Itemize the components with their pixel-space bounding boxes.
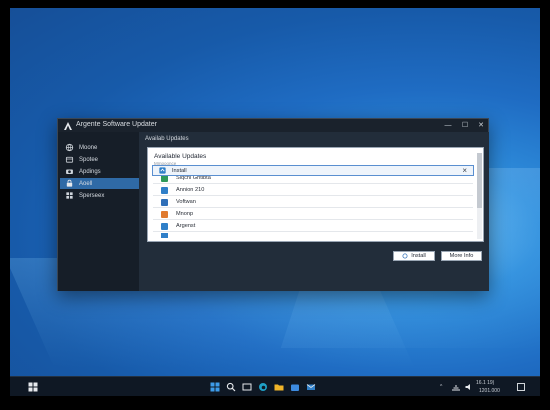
more-info-button-label: More Info [449, 253, 474, 259]
store-icon[interactable] [290, 382, 300, 392]
sidebar-item-aoell[interactable]: Aoell [60, 178, 139, 189]
minimize-button[interactable]: — [442, 120, 454, 131]
globe-icon [65, 143, 74, 152]
sidebar-item-sperseex[interactable]: Sperseex [60, 190, 139, 201]
list-item-label: Argenst [176, 223, 196, 229]
sidebar-item-label: Apdings [79, 168, 101, 175]
install-dropdown-row[interactable]: Install × [152, 165, 474, 176]
sidebar-item-label: Spotee [79, 156, 99, 163]
content-header: Availab Updates [145, 136, 189, 142]
updates-panel: Available Updates Mmpoonce Siqchl Ghtlbt… [147, 147, 484, 242]
sidebar-item-label: Sperseex [79, 192, 105, 199]
clock-date[interactable]: 1201.000 [479, 388, 500, 394]
maximize-button[interactable]: ☐ [459, 120, 471, 131]
install-button[interactable]: Install [393, 251, 435, 261]
windows-start-icon[interactable] [210, 382, 220, 392]
search-icon[interactable] [226, 382, 236, 392]
app-icon [159, 167, 166, 174]
sidebar-item-label: Aoell [79, 180, 93, 187]
app-icon [161, 210, 168, 218]
shop-icon [65, 156, 74, 163]
network-icon[interactable] [451, 382, 461, 392]
list-item[interactable]: Argenst [153, 221, 473, 232]
panel-title: Available Updates [154, 153, 207, 160]
list-item[interactable]: Mnonp [153, 209, 473, 220]
close-window-button[interactable]: ✕ [475, 120, 487, 131]
start-windows-icon[interactable] [28, 382, 38, 392]
sidebar-item-label: Moone [79, 144, 98, 151]
app-icon [161, 198, 168, 206]
app-icon [161, 233, 168, 238]
app-icon [161, 186, 168, 194]
mail-icon[interactable] [306, 382, 316, 392]
app-icon [161, 222, 168, 230]
list-item-label: Voftwan [176, 199, 196, 205]
volume-icon[interactable] [464, 382, 474, 392]
main-content: Availab Updates Available Updates Mmpoon… [139, 132, 489, 291]
sidebar-item-moone[interactable]: Moone [60, 142, 139, 153]
scrollbar[interactable] [477, 153, 482, 239]
sidebar: Moone Spotee Apdings Aoell Sperseex [58, 132, 139, 291]
lock-icon [66, 179, 73, 187]
list-item-label: Mnonp [176, 211, 194, 217]
screen-bezel: Argente Software Updater — ☐ ✕ Moone Spo… [0, 0, 550, 410]
grid-icon [66, 192, 73, 199]
title-bar[interactable]: Argente Software Updater — ☐ ✕ [58, 119, 488, 132]
window-title: Argente Software Updater [76, 121, 157, 128]
list-item-partial[interactable] [153, 233, 473, 238]
edge-browser-icon[interactable] [258, 382, 268, 392]
task-view-icon[interactable] [242, 382, 252, 392]
desktop: Argente Software Updater — ☐ ✕ Moone Spo… [10, 8, 540, 396]
close-icon[interactable]: × [462, 166, 467, 176]
list-item-label: Annion 210 [176, 187, 205, 193]
list-item[interactable]: Annion 210 [153, 185, 473, 196]
list-item[interactable]: Voftwan [153, 197, 473, 208]
taskbar: ^ 16.1 19) 1201.000 [10, 376, 540, 396]
refresh-icon [402, 253, 408, 259]
camera-icon [66, 169, 73, 175]
sidebar-item-apdings[interactable]: Apdings [60, 166, 139, 177]
notification-icon[interactable] [516, 382, 526, 392]
install-row-label: Install [172, 167, 187, 174]
updater-window: Argente Software Updater — ☐ ✕ Moone Spo… [57, 118, 489, 291]
more-info-button[interactable]: More Info [441, 251, 482, 261]
sidebar-item-spotee[interactable]: Spotee [60, 154, 139, 165]
install-button-label: Install [411, 253, 426, 259]
clock-time[interactable]: 16.1 19) [476, 380, 494, 386]
app-logo-icon [64, 122, 72, 130]
tray-overflow-icon[interactable]: ^ [440, 384, 442, 390]
file-explorer-icon[interactable] [274, 382, 284, 392]
scrollbar-thumb[interactable] [477, 153, 482, 208]
